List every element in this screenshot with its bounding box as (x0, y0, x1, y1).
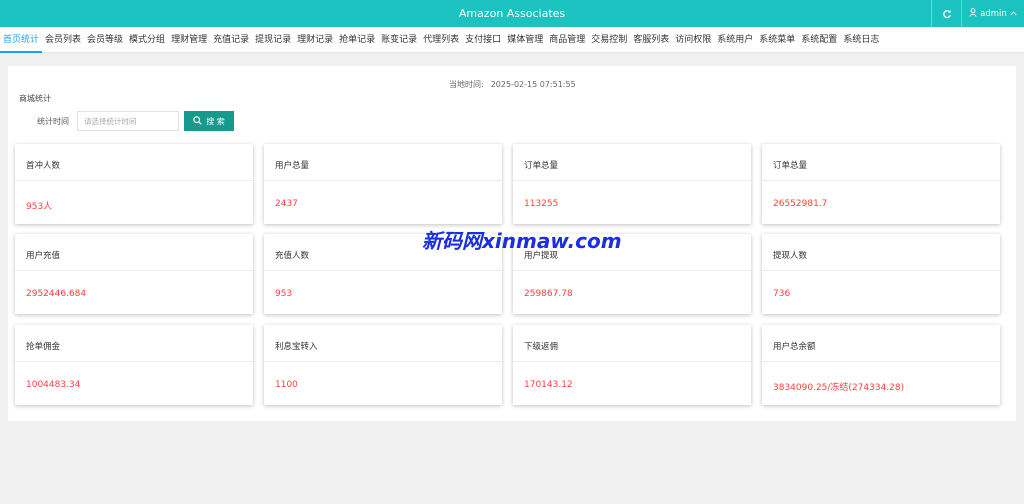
nav-item[interactable]: 客服列表 (630, 27, 672, 53)
stat-card: 下级返佣 170143.12 (513, 325, 751, 405)
stat-card-value: 953 (275, 289, 293, 299)
date-range-input[interactable] (77, 111, 179, 131)
nav-item[interactable]: 首页统计 (0, 27, 43, 53)
stat-card-title: 用户充值 (26, 251, 61, 261)
nav-item[interactable]: 系统菜单 (756, 27, 798, 53)
nav-item[interactable]: 系统配置 (798, 27, 840, 53)
nav-item[interactable]: 模式分组 (126, 27, 168, 53)
nav-item[interactable]: 系统用户 (714, 27, 756, 53)
stat-card: 首冲人数 953人 (15, 144, 253, 224)
refresh-icon (942, 4, 952, 23)
refresh-button[interactable] (931, 0, 961, 27)
stat-card-value: 2952446.684 (26, 289, 87, 299)
stat-card-divider (513, 180, 751, 181)
stat-card-value: 113255 (524, 199, 559, 209)
nav-item[interactable]: 理财记录 (294, 27, 336, 53)
stat-card-divider (513, 270, 751, 271)
nav-item[interactable]: 理财管理 (168, 27, 210, 53)
nav-item[interactable]: 系统日志 (840, 27, 882, 53)
top-header: Amazon Associates admin (0, 0, 1024, 27)
local-time-label: 当地时间: (449, 80, 484, 89)
stat-card: 抢单佣金 1004483.34 (15, 325, 253, 405)
local-time: 当地时间: 2025-02-15 07:51:55 (449, 79, 576, 90)
filter-label: 统计时间 (37, 116, 69, 126)
nav-item[interactable]: 提现记录 (252, 27, 294, 53)
stat-card-value: 953人 (26, 202, 53, 212)
stat-card-divider (762, 180, 1000, 181)
nav-item[interactable]: 会员列表 (42, 27, 84, 53)
stat-card-title: 订单总量 (524, 161, 559, 171)
filter-bar: 统计时间 搜 索 (37, 111, 234, 131)
nav-item[interactable]: 商品管理 (546, 27, 588, 53)
main-nav: 首页统计 会员列表 会员等级 模式分组 理财管理 充值记录 提现记录 理财记录 抢单记录 账变记录… (0, 27, 1024, 53)
nav-item[interactable]: 媒体管理 (504, 27, 546, 53)
stat-card-value: 1004483.34 (26, 380, 81, 390)
stat-card-divider (762, 361, 1000, 362)
nav-item[interactable]: 支付接口 (462, 27, 504, 53)
app-title: Amazon Associates (458, 7, 566, 20)
stat-card-divider (264, 180, 502, 181)
nav-item[interactable]: 交易控制 (588, 27, 630, 53)
stat-card: 订单总量 26552981.7 (762, 144, 1000, 224)
stat-card-title: 提现人数 (773, 251, 808, 261)
stat-card: 订单总量 113255 (513, 144, 751, 224)
search-icon (193, 115, 202, 127)
stat-card-value: 3834090.25/冻结(274334.28) (773, 383, 905, 393)
stat-card: 用户总量 2437 (264, 144, 502, 224)
stat-card-title: 抢单佣金 (26, 342, 61, 352)
section-title: 商城统计 (19, 94, 51, 103)
stat-card-value: 2437 (275, 199, 298, 209)
stat-card-value: 170143.12 (524, 380, 573, 390)
stat-card-value: 26552981.7 (773, 199, 828, 209)
stat-card-title: 用户总量 (275, 161, 310, 171)
user-icon (969, 7, 977, 20)
chevron-up-icon (1010, 9, 1017, 19)
search-label: 搜 索 (206, 116, 225, 126)
search-button[interactable]: 搜 索 (184, 111, 234, 131)
nav-item[interactable]: 账变记录 (378, 27, 420, 53)
nav-item[interactable]: 代理列表 (420, 27, 462, 53)
nav-item[interactable]: 访问权限 (672, 27, 714, 53)
stat-card: 用户充值 2952446.684 (15, 234, 253, 314)
stat-card-divider (15, 180, 253, 181)
stat-card-divider (15, 361, 253, 362)
stat-card-divider (762, 270, 1000, 271)
stat-card-divider (264, 270, 502, 271)
stat-card-title: 订单总量 (773, 161, 808, 171)
user-name: admin (980, 8, 1007, 19)
stat-card-divider (513, 361, 751, 362)
nav-item[interactable]: 充值记录 (210, 27, 252, 53)
stat-card-title: 充值人数 (275, 251, 310, 261)
stat-card: 提现人数 736 (762, 234, 1000, 314)
watermark: 新码网xinmaw.com (422, 229, 622, 253)
stat-card-title: 下级返佣 (524, 342, 559, 352)
stat-card-value: 736 (773, 289, 791, 299)
nav-item[interactable]: 会员等级 (84, 27, 126, 53)
stat-card-divider (15, 270, 253, 271)
stat-card-title: 首冲人数 (26, 161, 61, 171)
stat-card: 利息宝转入 1100 (264, 325, 502, 405)
stat-card-value: 259867.78 (524, 289, 573, 299)
stat-card-title: 用户总余额 (773, 342, 816, 352)
stat-card: 用户总余额 3834090.25/冻结(274334.28) (762, 325, 1000, 405)
user-menu[interactable]: admin (961, 0, 1024, 27)
nav-item[interactable]: 抢单记录 (336, 27, 378, 53)
stat-card-divider (264, 361, 502, 362)
stat-card-value: 1100 (275, 380, 298, 390)
stat-card-title: 利息宝转入 (275, 342, 318, 352)
local-time-value: 2025-02-15 07:51:55 (490, 80, 576, 89)
